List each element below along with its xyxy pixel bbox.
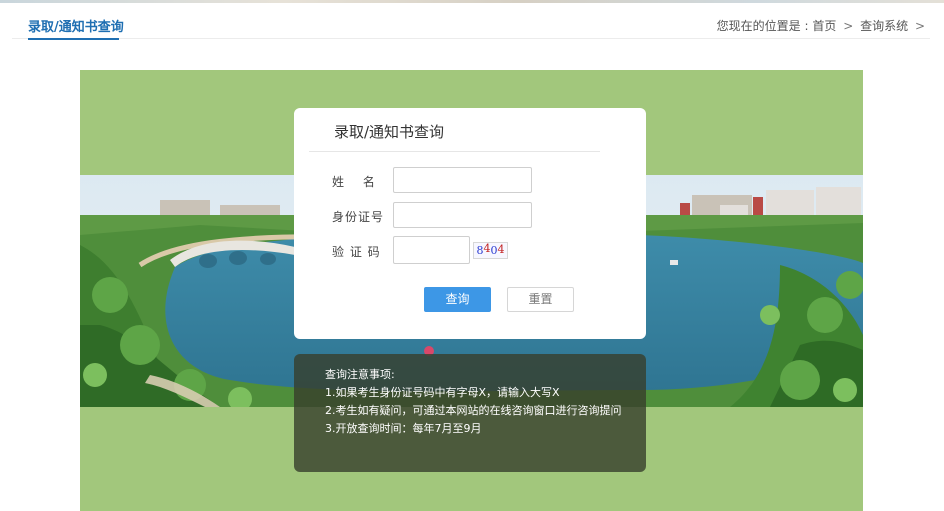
chevron-right-icon: > — [843, 19, 854, 33]
notice-line: 2.考生如有疑问，可通过本网站的在线咨询窗口进行咨询提问 — [325, 404, 622, 417]
page-header: 录取/通知书查询 您现在的位置是 : 首页 > 查询系统 > — [0, 3, 944, 40]
query-form-card: 录取/通知书查询 姓 名 身份证号 验 证 码 8404 查询 重置 — [294, 108, 646, 339]
page-title-underline — [28, 38, 119, 40]
notice-line: 1.如果考生身份证号码中有字母X，请输入大写X — [325, 386, 560, 399]
header-divider — [12, 38, 930, 39]
captcha-image[interactable]: 8404 — [473, 242, 508, 259]
breadcrumb-query-system-link[interactable]: 查询系统 — [860, 19, 908, 33]
notice-line: 3.开放查询时间：每年7月至9月 — [325, 422, 482, 435]
captcha-char: 0 — [490, 244, 498, 257]
captcha-char: 4 — [497, 243, 505, 256]
name-input[interactable] — [393, 167, 532, 193]
form-title: 录取/通知书查询 — [334, 123, 445, 141]
query-button[interactable]: 查询 — [424, 287, 491, 312]
captcha-char: 4 — [483, 242, 491, 255]
breadcrumb: 您现在的位置是 : 首页 > 查询系统 > — [717, 17, 928, 34]
captcha-label: 验 证 码 — [332, 245, 381, 259]
page-title: 录取/通知书查询 — [28, 20, 124, 35]
id-number-label: 身份证号 — [332, 210, 385, 224]
query-notice-panel: 查询注意事项: 1.如果考生身份证号码中有字母X，请输入大写X 2.考生如有疑问… — [294, 354, 646, 472]
chevron-right-icon: > — [914, 19, 925, 33]
notice-heading: 查询注意事项: — [325, 368, 395, 381]
id-number-input[interactable] — [393, 202, 532, 228]
form-title-divider — [309, 151, 600, 152]
name-label: 姓 名 — [332, 175, 376, 189]
captcha-input[interactable] — [393, 236, 470, 264]
captcha-char: 8 — [476, 244, 484, 257]
breadcrumb-prefix: 您现在的位置是 : — [716, 19, 809, 33]
reset-button[interactable]: 重置 — [507, 287, 574, 312]
breadcrumb-home-link[interactable]: 首页 — [812, 19, 836, 33]
